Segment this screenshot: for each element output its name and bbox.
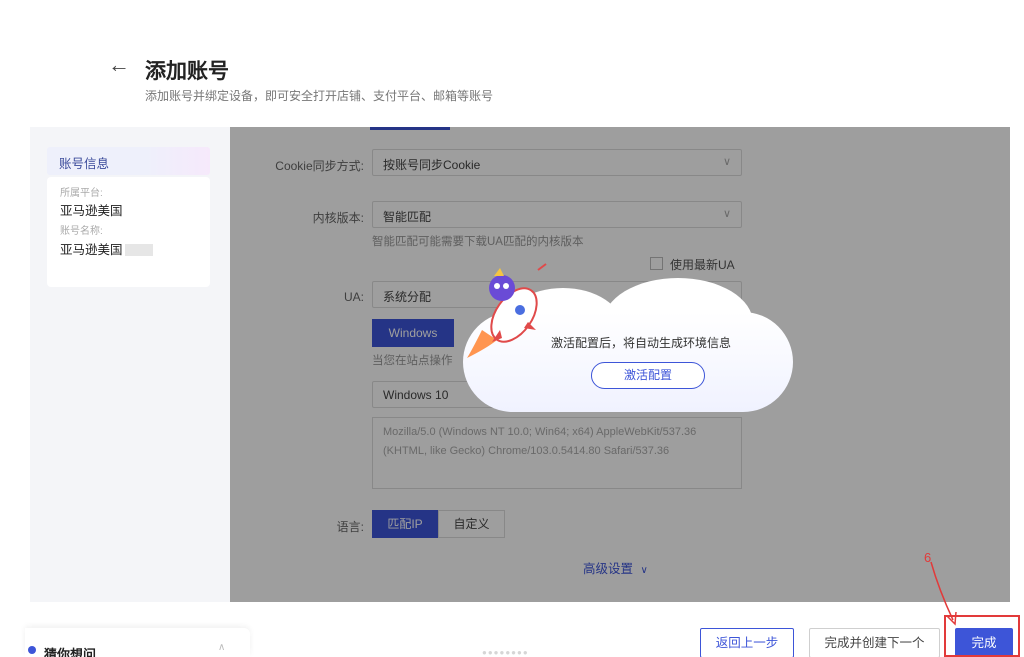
- finish-and-create-next-button[interactable]: 完成并创建下一个: [809, 628, 940, 657]
- account-summary-card: 所属平台: 亚马逊美国 账号名称: 亚马逊美国: [47, 177, 210, 287]
- annotation-highlight-box: [944, 615, 1020, 657]
- account-name-value: 亚马逊美国: [60, 239, 210, 260]
- redacted-block: [124, 243, 153, 256]
- previous-step-button[interactable]: 返回上一步: [700, 628, 794, 657]
- page-subtitle: 添加账号并绑定设备，即可安全打开店铺、支付平台、邮箱等账号: [145, 89, 494, 103]
- popup-message: 激活配置后，将自动生成环境信息: [551, 336, 732, 350]
- pagination-dots: ●●●●●●●●: [482, 648, 529, 657]
- account-name-text: 亚马逊美国: [60, 242, 123, 257]
- assistant-label: 猜你想问: [44, 647, 97, 657]
- back-arrow-icon[interactable]: ←: [108, 54, 130, 76]
- platform-label: 所属平台:: [60, 188, 103, 199]
- account-name-label: 账号名称:: [60, 226, 103, 237]
- page-title: 添加账号: [145, 60, 229, 83]
- assistant-icon: [28, 646, 36, 654]
- platform-value: 亚马逊美国: [60, 204, 123, 218]
- tab-account-info[interactable]: 账号信息: [47, 147, 210, 175]
- rocket-icon: [467, 263, 547, 358]
- chevron-up-icon[interactable]: ∧: [218, 642, 225, 653]
- activate-config-button[interactable]: 激活配置: [591, 362, 705, 389]
- add-account-page: ← 添加账号 添加账号并绑定设备，即可安全打开店铺、支付平台、邮箱等账号 账号信…: [0, 0, 1024, 657]
